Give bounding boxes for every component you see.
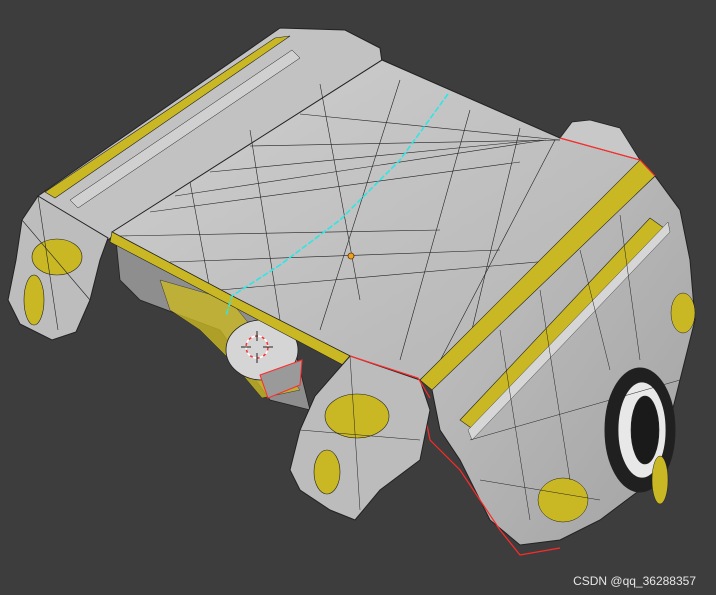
mesh-canvas[interactable] — [0, 0, 716, 595]
front-foot-block[interactable] — [289, 355, 431, 521]
watermark-label: CSDN @qq_36288357 — [573, 574, 696, 588]
origin-dot-icon — [347, 252, 355, 260]
3d-viewport[interactable]: CSDN @qq_36288357 — [0, 0, 716, 595]
